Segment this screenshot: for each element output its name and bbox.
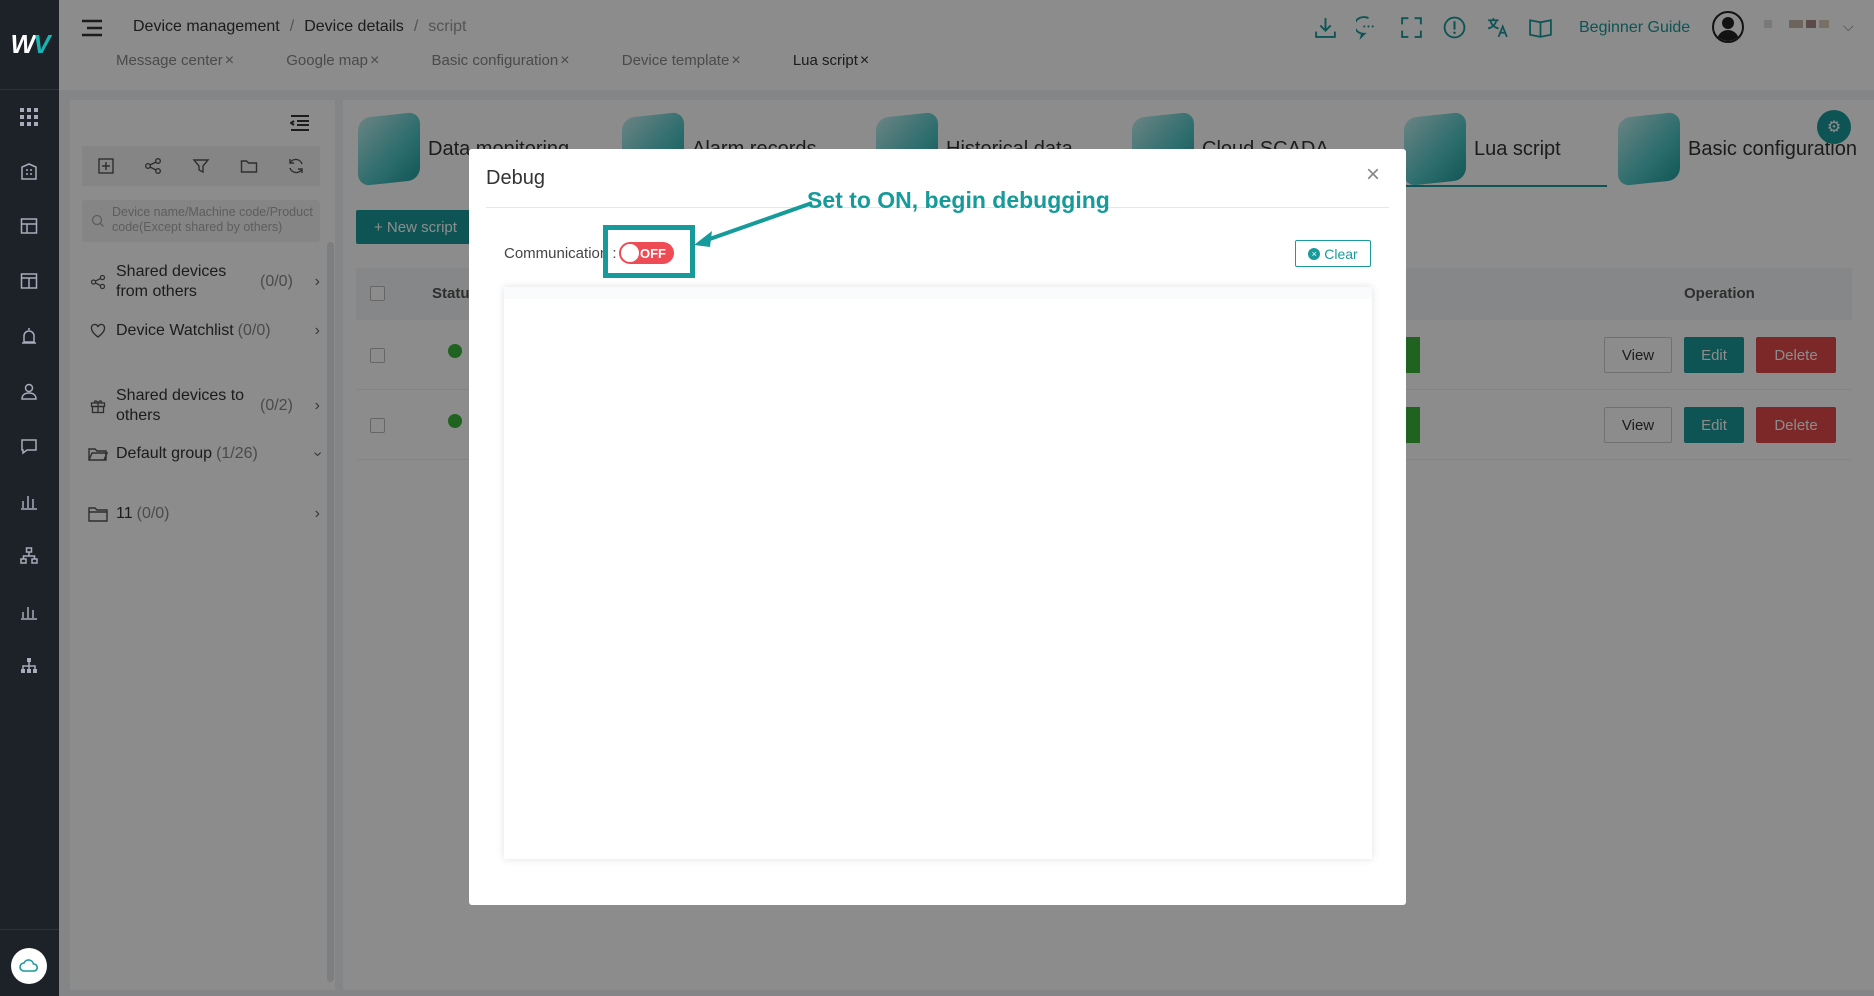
clear-button[interactable]: × Clear — [1295, 240, 1371, 267]
clear-icon: × — [1308, 247, 1321, 260]
cloud-icon[interactable] — [11, 948, 47, 984]
layout-icon[interactable] — [18, 270, 40, 292]
alarm-icon[interactable] — [18, 325, 40, 347]
hierarchy-icon[interactable] — [18, 545, 40, 567]
rail-divider — [0, 929, 59, 930]
building-icon[interactable] — [18, 160, 40, 182]
message-icon[interactable] — [18, 435, 40, 457]
bar-chart-icon[interactable] — [18, 490, 40, 512]
modal-title: Debug — [486, 167, 545, 189]
apps-grid-icon[interactable] — [18, 106, 40, 128]
annotation-text: Set to ON, begin debugging — [807, 187, 1110, 213]
stats-icon[interactable] — [18, 600, 40, 622]
clear-label: Clear — [1324, 245, 1358, 262]
debug-log-area[interactable] — [504, 287, 1372, 859]
left-nav-rail: WV — [0, 0, 59, 996]
annotation-highlight-box — [603, 225, 695, 278]
annotation-arrow-icon — [694, 201, 813, 247]
org-chart-icon[interactable] — [18, 655, 40, 677]
communication-label: Communication : — [504, 245, 617, 262]
close-icon[interactable]: × — [1366, 161, 1380, 189]
debug-modal: Debug × Communication : OFF × Clear — [469, 149, 1406, 905]
user-icon[interactable] — [18, 380, 40, 402]
list-panel-icon[interactable] — [18, 215, 40, 237]
app-logo[interactable]: WV — [0, 0, 59, 90]
